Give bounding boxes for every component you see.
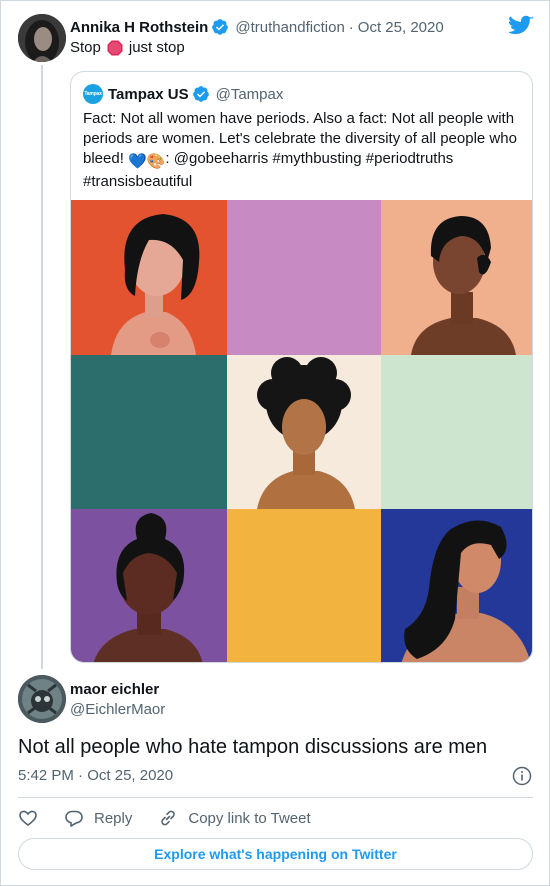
reply-author-handle[interactable]: @EichlerMaor	[70, 701, 165, 718]
quoted-author-name[interactable]: Tampax US	[108, 86, 189, 103]
verified-badge-icon	[192, 86, 209, 102]
image-tile	[71, 200, 227, 355]
image-tile	[381, 355, 532, 509]
thread-line	[41, 65, 43, 669]
reply-button[interactable]: Reply	[64, 808, 132, 828]
tampax-logo[interactable]: Tampax	[83, 84, 103, 104]
reply-label: Reply	[94, 809, 133, 827]
palette-icon: 🎨	[146, 153, 166, 170]
reply-author-name[interactable]: maor eichler	[70, 681, 159, 698]
tampax-logo-text: Tampax	[84, 91, 102, 97]
tweet-date[interactable]: Oct 25, 2020	[358, 19, 444, 36]
tweet-header: Annika H Rothstein @truthandfiction · Oc…	[70, 17, 444, 37]
author-handle[interactable]: @truthandfiction	[235, 19, 344, 36]
tile-bg	[227, 200, 381, 355]
separator: ·	[348, 18, 354, 36]
tweet-image[interactable]	[71, 200, 532, 662]
info-icon[interactable]	[512, 766, 532, 786]
reply-time[interactable]: 5:42 PM	[18, 767, 74, 784]
image-tile	[227, 355, 381, 509]
stop-sign-icon	[107, 40, 123, 55]
explore-button[interactable]: Explore what's happening on Twitter	[18, 838, 533, 870]
image-tile	[381, 509, 532, 662]
tile-bg	[381, 355, 532, 509]
tweet-text-end: just stop	[128, 39, 185, 56]
avatar[interactable]	[18, 675, 66, 723]
quoted-tweet-header: Tampax Tampax US @Tampax	[83, 84, 283, 104]
copy-link-button[interactable]: Copy link to Tweet	[158, 808, 311, 828]
tweet-text: Stop just stop	[70, 39, 185, 56]
tweet-text-start: Stop	[70, 39, 101, 56]
avatar[interactable]	[18, 14, 66, 62]
reply-timestamp[interactable]: 5:42 PM · Oct 25, 2020	[18, 767, 173, 784]
author-name[interactable]: Annika H Rothstein	[70, 19, 208, 36]
image-tile	[71, 355, 227, 509]
blue-heart-icon: 💙	[128, 153, 147, 170]
link-icon	[161, 810, 176, 826]
copy-link-label: Copy link to Tweet	[188, 809, 311, 827]
tile-bg	[227, 509, 381, 662]
image-tile	[227, 200, 381, 355]
reply-tweet-text: Not all people who hate tampon discussio…	[18, 736, 488, 758]
image-tile	[227, 509, 381, 662]
quoted-tweet[interactable]: Tampax Tampax US @Tampax Fact: Not all w…	[70, 71, 533, 663]
separator: ·	[78, 767, 84, 784]
divider	[18, 797, 533, 798]
heart-icon	[19, 810, 37, 827]
tile-bg	[71, 355, 227, 509]
reply-icon	[65, 810, 83, 827]
tweet-embed-card: Annika H Rothstein @truthandfiction · Oc…	[0, 0, 550, 886]
quoted-tweet-text: Fact: Not all women have periods. Also a…	[83, 109, 528, 192]
image-tile	[71, 509, 227, 662]
quoted-author-handle[interactable]: @Tampax	[216, 86, 284, 103]
verified-badge-icon	[212, 19, 229, 35]
image-tile	[381, 200, 532, 355]
twitter-logo-icon[interactable]	[509, 15, 534, 37]
like-button[interactable]	[18, 808, 38, 828]
tweet-actions: Reply Copy link to Tweet	[18, 806, 337, 830]
reply-date[interactable]: Oct 25, 2020	[87, 767, 173, 784]
